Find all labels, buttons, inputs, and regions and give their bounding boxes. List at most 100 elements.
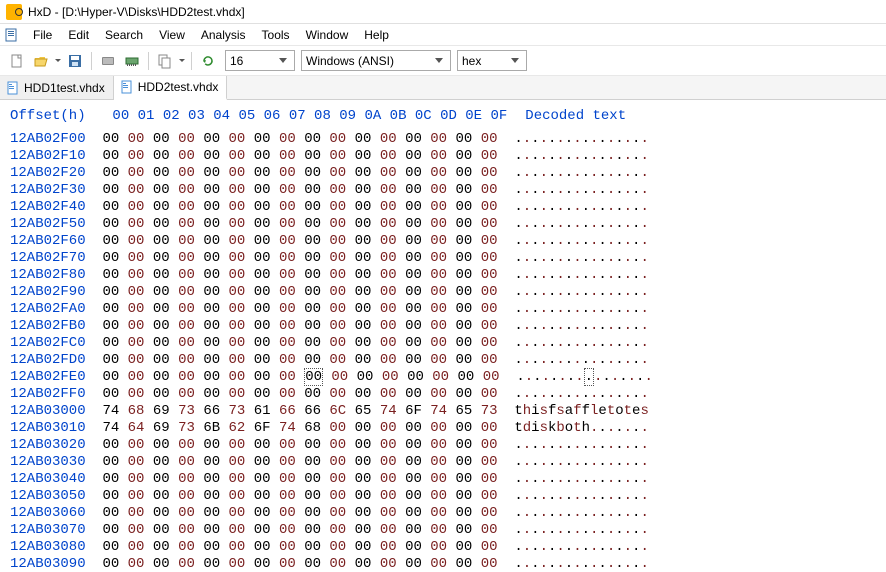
decoded-char[interactable]: . <box>573 454 581 470</box>
hex-byte[interactable]: 00 <box>178 556 195 572</box>
decoded-char[interactable]: . <box>615 165 623 181</box>
decoded-char[interactable]: . <box>640 386 648 402</box>
hex-byte[interactable]: 00 <box>405 420 422 436</box>
hex-byte[interactable]: 00 <box>329 386 346 402</box>
hex-byte[interactable]: 00 <box>153 454 170 470</box>
decoded-char[interactable]: . <box>615 318 623 334</box>
hex-byte[interactable]: 00 <box>456 454 473 470</box>
hex-byte[interactable]: 00 <box>481 539 498 555</box>
decoded-char[interactable]: . <box>523 488 531 504</box>
hex-byte[interactable]: 65 <box>456 403 473 419</box>
decoded-char[interactable]: . <box>523 182 531 198</box>
decoded-char[interactable]: . <box>556 352 564 368</box>
hex-byte[interactable]: 00 <box>430 216 447 232</box>
hex-byte[interactable]: 00 <box>458 369 475 385</box>
hex-byte[interactable]: 00 <box>355 301 372 317</box>
decoded-char[interactable]: . <box>575 369 583 385</box>
hex-byte[interactable]: 00 <box>254 250 271 266</box>
hex-byte[interactable]: 00 <box>153 488 170 504</box>
decoded-char[interactable]: . <box>598 284 606 300</box>
hex-byte[interactable]: 00 <box>481 505 498 521</box>
hex-byte[interactable]: 00 <box>254 437 271 453</box>
decoded-char[interactable]: . <box>573 131 581 147</box>
decoded-char[interactable]: . <box>573 556 581 572</box>
decoded-char[interactable]: . <box>582 437 590 453</box>
decoded-char[interactable]: . <box>523 386 531 402</box>
decoded-char[interactable]: . <box>598 539 606 555</box>
decoded-char[interactable]: . <box>531 522 539 538</box>
hex-byte[interactable]: 62 <box>229 420 246 436</box>
hex-byte[interactable]: 00 <box>229 165 246 181</box>
decoded-char[interactable]: . <box>556 267 564 283</box>
decoded-char[interactable]: . <box>573 284 581 300</box>
decoded-char[interactable]: . <box>640 318 648 334</box>
hex-row[interactable]: 12AB03020 00 00 00 00 00 00 00 00 00 00 … <box>10 437 876 454</box>
decoded-char[interactable]: . <box>556 165 564 181</box>
hex-byte[interactable]: 00 <box>178 488 195 504</box>
hex-row[interactable]: 12AB02F30 00 00 00 00 00 00 00 00 00 00 … <box>10 182 876 199</box>
decoded-char[interactable]: . <box>531 437 539 453</box>
hex-byte[interactable]: 00 <box>405 267 422 283</box>
hex-byte[interactable]: 00 <box>203 131 220 147</box>
decoded-char[interactable]: . <box>556 539 564 555</box>
hex-byte[interactable]: 00 <box>405 250 422 266</box>
hex-byte[interactable]: 00 <box>430 182 447 198</box>
decoded-char[interactable]: t <box>514 403 522 419</box>
hex-byte[interactable]: 00 <box>380 352 397 368</box>
hex-byte[interactable]: 00 <box>304 250 321 266</box>
decoded-char[interactable]: . <box>565 148 573 164</box>
decoded-char[interactable]: f <box>582 403 590 419</box>
hex-byte[interactable]: 00 <box>405 488 422 504</box>
decoded-char[interactable]: . <box>540 437 548 453</box>
hex-byte[interactable]: 00 <box>229 318 246 334</box>
decoded-char[interactable]: . <box>573 318 581 334</box>
hex-byte[interactable]: 00 <box>153 284 170 300</box>
decoded-char[interactable]: . <box>565 488 573 504</box>
decoded-char[interactable]: . <box>582 267 590 283</box>
decoded-char[interactable]: . <box>540 488 548 504</box>
decoded-char[interactable]: . <box>607 454 615 470</box>
hex-byte[interactable]: 00 <box>153 267 170 283</box>
hex-byte[interactable]: 00 <box>254 352 271 368</box>
decoded-char[interactable]: . <box>624 233 632 249</box>
hex-byte[interactable]: 00 <box>128 352 145 368</box>
decoded-char[interactable]: . <box>624 505 632 521</box>
hex-byte[interactable]: 00 <box>128 301 145 317</box>
copy-dropdown-button[interactable] <box>178 50 186 72</box>
hex-byte[interactable]: 00 <box>203 386 220 402</box>
hex-byte[interactable]: 00 <box>355 505 372 521</box>
hex-byte[interactable]: 00 <box>329 454 346 470</box>
decoded-char[interactable]: . <box>514 352 522 368</box>
decoded-char[interactable]: . <box>624 335 632 351</box>
hex-byte[interactable]: 00 <box>279 556 296 572</box>
hex-byte[interactable]: 74 <box>279 420 296 436</box>
decoded-char[interactable]: . <box>615 539 623 555</box>
hex-byte[interactable]: 00 <box>329 199 346 215</box>
hex-byte[interactable]: 00 <box>102 165 119 181</box>
hex-byte[interactable]: 00 <box>254 318 271 334</box>
decoded-char[interactable]: . <box>556 131 564 147</box>
hex-byte[interactable]: 00 <box>456 250 473 266</box>
hex-byte[interactable]: 00 <box>430 131 447 147</box>
hex-row[interactable]: 12AB02FC0 00 00 00 00 00 00 00 00 00 00 … <box>10 335 876 352</box>
decoded-char[interactable]: . <box>615 335 623 351</box>
decoded-char[interactable]: . <box>531 488 539 504</box>
decoded-char[interactable]: o <box>565 420 573 436</box>
hex-byte[interactable]: 00 <box>102 182 119 198</box>
decoded-char[interactable]: . <box>514 335 522 351</box>
decoded-char[interactable]: . <box>523 301 531 317</box>
hex-byte[interactable]: 00 <box>355 352 372 368</box>
hex-byte[interactable]: 00 <box>405 352 422 368</box>
decoded-char[interactable]: . <box>573 522 581 538</box>
hex-byte[interactable]: 00 <box>229 386 246 402</box>
decoded-char[interactable]: . <box>624 488 632 504</box>
hex-byte[interactable]: 00 <box>254 369 271 385</box>
decoded-char[interactable]: . <box>640 437 648 453</box>
hex-byte[interactable]: 00 <box>405 386 422 402</box>
hex-byte[interactable]: 00 <box>430 199 447 215</box>
decoded-char[interactable]: . <box>607 522 615 538</box>
hex-byte[interactable]: 00 <box>355 522 372 538</box>
decoded-char[interactable]: . <box>573 471 581 487</box>
decoded-char[interactable]: . <box>582 165 590 181</box>
decoded-char[interactable]: . <box>640 335 648 351</box>
